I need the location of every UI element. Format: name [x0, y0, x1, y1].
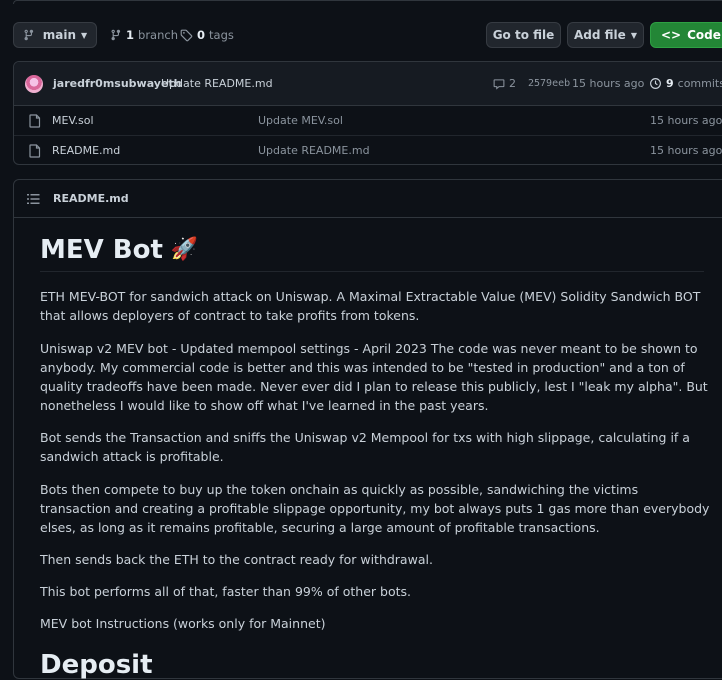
file-age: 15 hours ago: [650, 114, 722, 127]
top-border: [13, 0, 722, 4]
file-name[interactable]: README.md: [52, 144, 120, 157]
branches-label: branch: [138, 28, 178, 42]
code-label: Code: [687, 28, 721, 42]
readme-panel: README.md MEV Bot 🚀 ETH MEV-BOT for sand…: [13, 179, 722, 680]
branch-name: main: [42, 28, 77, 42]
commits-history-link[interactable]: 9 commits: [649, 77, 722, 90]
file-list: jaredfr0msubwayeth Update README.md 2 25…: [13, 61, 722, 165]
readme-header: README.md: [14, 180, 722, 218]
commits-label: commits: [677, 77, 722, 90]
file-icon: [29, 144, 41, 158]
branches-count: 1: [126, 28, 135, 42]
avatar[interactable]: [25, 75, 43, 93]
file-row[interactable]: README.md Update README.md 15 hours ago: [14, 136, 722, 164]
file-row[interactable]: MEV.sol Update MEV.sol 15 hours ago: [14, 106, 722, 136]
tag-icon: [180, 29, 193, 41]
readme-title: MEV Bot: [40, 235, 163, 265]
readme-title-row: MEV Bot 🚀: [40, 234, 704, 272]
file-icon: [29, 114, 41, 128]
file-age: 15 hours ago: [650, 144, 722, 157]
comment-icon: [493, 78, 505, 90]
git-branch-icon: [24, 29, 33, 41]
tags-label: tags: [209, 28, 234, 42]
commit-age: 15 hours ago: [572, 77, 645, 90]
git-branch-icon: [111, 29, 121, 41]
readme-paragraph: Uniswap v2 MEV bot - Updated mempool set…: [40, 341, 708, 413]
readme-paragraph: Bots then compete to buy up the token on…: [40, 482, 710, 535]
file-name[interactable]: MEV.sol: [52, 114, 94, 127]
rocket-icon: 🚀: [170, 237, 199, 262]
readme-section-heading: Deposit: [40, 650, 153, 680]
commits-count: 9: [666, 77, 674, 90]
tags-link[interactable]: 0 tags: [180, 28, 234, 42]
add-file-button[interactable]: Add file ▼: [567, 22, 644, 48]
chevron-down-icon: ▼: [81, 30, 88, 40]
list-unordered-icon[interactable]: [27, 193, 40, 205]
commit-hash[interactable]: 2579eeb: [528, 78, 570, 89]
code-brackets-icon: <>: [661, 28, 682, 42]
readme-paragraph: ETH MEV-BOT for sandwich attack on Unisw…: [40, 289, 701, 323]
branches-link[interactable]: 1 branch: [110, 28, 178, 42]
chevron-down-icon: ▼: [630, 30, 637, 40]
latest-commit-bar: jaredfr0msubwayeth Update README.md 2 25…: [14, 62, 722, 106]
comments-count: 2: [509, 77, 516, 90]
readme-filename[interactable]: README.md: [53, 192, 129, 205]
add-file-label: Add file: [574, 28, 626, 42]
readme-paragraph: MEV bot Instructions (works only for Mai…: [40, 616, 326, 631]
file-commit-message[interactable]: Update MEV.sol: [258, 114, 343, 127]
go-to-file-button[interactable]: Go to file: [486, 22, 561, 48]
history-icon: [650, 78, 661, 89]
commit-message[interactable]: Update README.md: [161, 77, 273, 90]
go-to-file-label: Go to file: [492, 28, 555, 42]
branch-selector[interactable]: main ▼: [13, 22, 97, 48]
readme-paragraph: Then sends back the ETH to the contract …: [40, 552, 433, 567]
comments-link[interactable]: 2: [493, 77, 516, 90]
readme-paragraph: Bot sends the Transaction and sniffs the…: [40, 430, 690, 464]
file-commit-message[interactable]: Update README.md: [258, 144, 370, 157]
code-button[interactable]: <> Code ▼: [650, 22, 722, 48]
tags-count: 0: [197, 28, 206, 42]
readme-paragraph: This bot performs all of that, faster th…: [40, 584, 411, 599]
